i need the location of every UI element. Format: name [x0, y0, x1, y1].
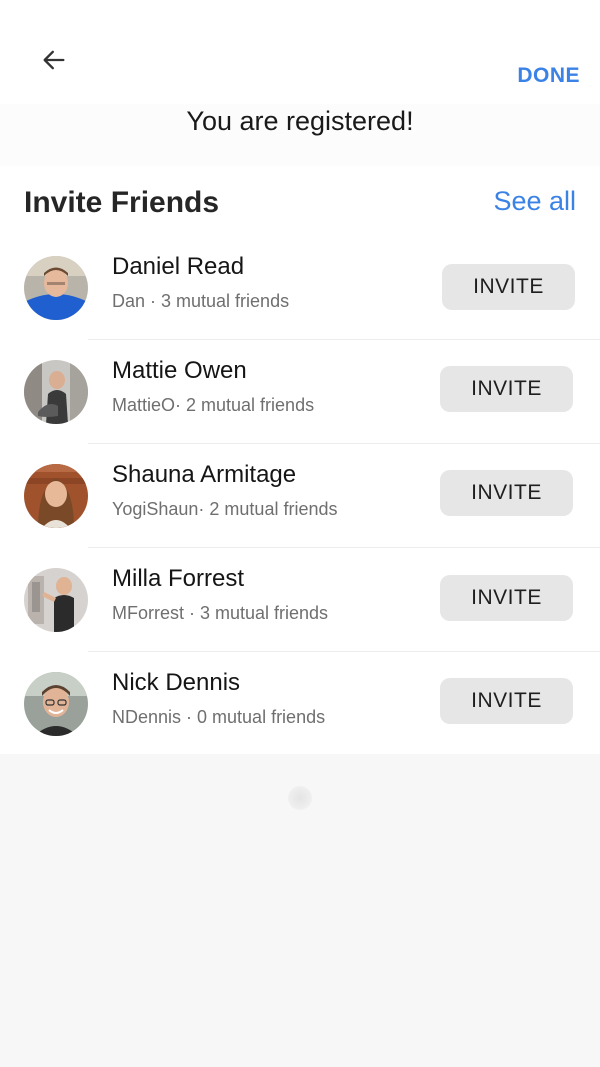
friend-name: Nick Dennis: [112, 669, 241, 696]
avatar: [24, 568, 88, 632]
avatar: [24, 464, 88, 528]
invite-button[interactable]: INVITE: [440, 678, 573, 724]
registered-message: You are registered!: [186, 106, 414, 136]
top-bar: DONE: [0, 0, 600, 104]
friend-meta: Dan · 3 mutual friends: [112, 291, 290, 311]
avatar: [24, 360, 88, 424]
friend-meta: NDennis · 0 mutual friends: [112, 707, 326, 727]
see-all-link[interactable]: See all: [493, 186, 576, 217]
friend-meta: MattieO· 2 mutual friends: [112, 395, 315, 415]
avatar: [24, 672, 88, 736]
back-button[interactable]: [32, 42, 76, 82]
invite-button[interactable]: INVITE: [442, 264, 575, 310]
list-item: Shauna Armitage YogiShaun· 2 mutual frie…: [0, 444, 600, 548]
invite-button[interactable]: INVITE: [440, 366, 573, 412]
invite-friends-section: Invite Friends See all Daniel Read Dan ·…: [0, 166, 600, 754]
friend-meta: YogiShaun· 2 mutual friends: [112, 499, 338, 519]
friend-name: Daniel Read: [112, 253, 245, 280]
loading-spinner-icon: [288, 786, 312, 810]
friend-meta: MForrest · 3 mutual friends: [112, 603, 329, 623]
done-button[interactable]: DONE: [517, 64, 580, 88]
invite-button[interactable]: INVITE: [440, 575, 573, 621]
friend-name: Milla Forrest: [112, 565, 245, 592]
list-item: Milla Forrest MForrest · 3 mutual friend…: [0, 548, 600, 652]
friend-name: Shauna Armitage: [112, 461, 297, 488]
list-item: Mattie Owen MattieO· 2 mutual friends IN…: [0, 340, 600, 444]
friend-name: Mattie Owen: [112, 357, 247, 384]
list-item: Nick Dennis NDennis · 0 mutual friends I…: [0, 652, 600, 756]
invite-button[interactable]: INVITE: [440, 470, 573, 516]
arrow-left-icon: [40, 46, 68, 79]
section-title: Invite Friends: [24, 186, 220, 219]
avatar: [24, 256, 88, 320]
list-item: Daniel Read Dan · 3 mutual friends INVIT…: [0, 236, 600, 340]
